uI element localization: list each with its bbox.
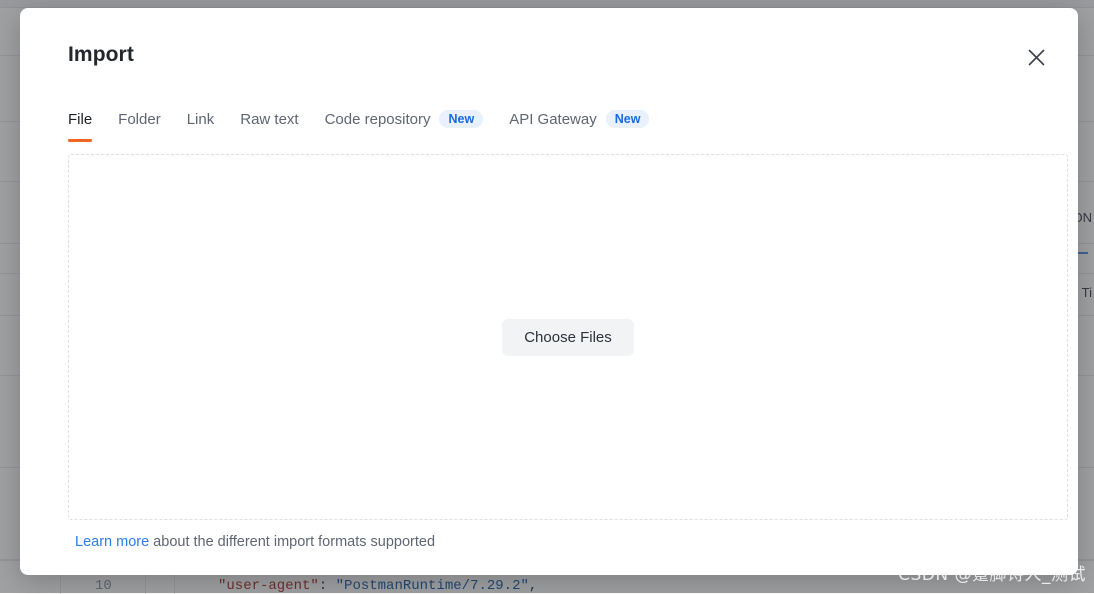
- footer-note-text: about the different import formats suppo…: [149, 534, 436, 550]
- tab-folder[interactable]: Folder: [118, 104, 161, 134]
- tab-file[interactable]: File: [68, 104, 93, 142]
- page-title: Import: [68, 43, 134, 66]
- tab-label: Raw text: [240, 110, 299, 128]
- learn-more-link[interactable]: Learn more: [75, 534, 149, 550]
- tab-label: Folder: [118, 110, 161, 128]
- tab-active-indicator: [68, 139, 93, 142]
- tab-raw-text[interactable]: Raw text: [240, 104, 298, 134]
- badge-new: New: [605, 109, 650, 129]
- file-dropzone[interactable]: Choose Files: [68, 154, 1068, 520]
- tab-label: Code repository: [324, 110, 431, 128]
- tab-label: API Gateway: [509, 110, 597, 128]
- choose-files-button[interactable]: Choose Files: [502, 318, 634, 356]
- tab-api-gateway[interactable]: API Gateway New: [509, 104, 650, 134]
- tab-code-repository[interactable]: Code repository New: [325, 104, 484, 134]
- close-icon: [1028, 49, 1045, 66]
- close-button[interactable]: [1020, 41, 1052, 73]
- badge-new: New: [439, 109, 484, 129]
- import-tabs: File Folder Link Raw text Code repositor…: [68, 104, 650, 142]
- tab-label: Link: [186, 110, 215, 128]
- footer-note: Learn more about the different import fo…: [75, 534, 435, 550]
- import-dialog: Import File Folder Link Raw text Code re…: [20, 8, 1078, 575]
- tab-link[interactable]: Link: [187, 104, 215, 134]
- tab-label: File: [68, 110, 93, 128]
